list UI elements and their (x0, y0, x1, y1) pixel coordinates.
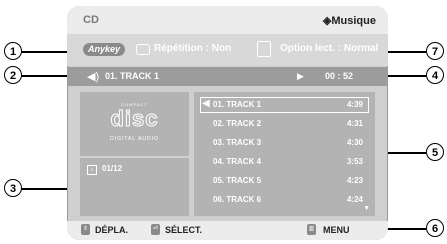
menu-label: MENU (323, 225, 350, 235)
scroll-down-icon[interactable]: ▼ (363, 205, 370, 212)
track-duration: 4:24 (346, 195, 363, 204)
track-name: 04. TRACK 4 (213, 157, 262, 166)
track-row-4[interactable]: 04. TRACK 4 3:53 (200, 154, 369, 170)
logo-digital-audio-text: DIGITAL AUDIO (110, 136, 159, 142)
elapsed-time: 00 : 52 (325, 71, 354, 81)
track-row-5[interactable]: 05. TRACK 5 4:23 (200, 173, 369, 189)
track-duration: 4:39 (346, 100, 363, 109)
play-option-icon (257, 41, 271, 57)
cd-music-screen: CD ◈Musique Anykey Répétition : Non Opti… (67, 6, 388, 240)
track-name: 01. TRACK 1 (213, 100, 262, 109)
track-name: 06. TRACK 6 (213, 195, 262, 204)
move-label: DÉPLA. (95, 225, 129, 235)
callout-5: 5 (426, 143, 444, 161)
track-row-2[interactable]: 02. TRACK 2 4:31 (200, 116, 369, 132)
track-row-1[interactable]: ◀ 01. TRACK 1 4:39 (200, 97, 369, 113)
source-label: CD (83, 14, 99, 26)
header-bar: CD ◈Musique (67, 6, 388, 34)
track-row-6[interactable]: 06. TRACK 6 4:24 (200, 192, 369, 208)
menu-icon: ▥ (307, 224, 316, 235)
track-row-3[interactable]: 03. TRACK 3 4:30 (200, 135, 369, 151)
play-option-setting[interactable]: Option lect. : Normal (280, 43, 378, 54)
compact-disc-logo: disc (110, 106, 159, 132)
enter-icon: ⏎ (151, 224, 160, 235)
track-duration: 4:30 (346, 138, 363, 147)
mode-label: ◈Musique (322, 15, 376, 27)
disc-logo-panel: COMPACT disc DIGITAL AUDIO (80, 92, 189, 156)
callout-4: 4 (426, 66, 444, 84)
track-list: ◀ 01. TRACK 1 4:39 02. TRACK 2 4:31 03. … (194, 92, 375, 216)
callout-3: 3 (4, 179, 22, 197)
track-counter-panel: ♪ 01/12 (80, 158, 189, 216)
repeat-setting[interactable]: Répétition : Non (154, 43, 231, 54)
track-duration: 3:53 (346, 157, 363, 166)
play-icon: ▶ (297, 71, 304, 81)
current-track: 01. TRACK 1 (105, 71, 160, 81)
callout-2: 2 (4, 66, 22, 84)
bottom-hint-bar: ⇕ DÉPLA. ⏎ SÉLECT. ▥ MENU (67, 221, 388, 240)
callout-7: 7 (426, 42, 444, 60)
now-playing-bar: ◀) 01. TRACK 1 ▶ 00 : 52 (67, 67, 388, 86)
track-duration: 4:31 (346, 119, 363, 128)
track-counter: 01/12 (102, 164, 123, 173)
track-name: 05. TRACK 5 (213, 176, 262, 185)
options-bar: Anykey Répétition : Non Option lect. : N… (67, 34, 388, 66)
select-label: SÉLECT. (165, 225, 203, 235)
repeat-icon (136, 44, 150, 55)
music-note-icon: ♪ (87, 165, 97, 175)
track-duration: 4:23 (346, 176, 363, 185)
callout-6: 6 (426, 219, 444, 237)
track-name: 03. TRACK 3 (213, 138, 262, 147)
anykey-badge[interactable]: Anykey (83, 43, 126, 56)
speaker-icon: ◀ (202, 98, 210, 109)
speaker-icon: ◀) (87, 71, 100, 83)
move-arrows-icon: ⇕ (81, 224, 90, 235)
track-name: 02. TRACK 2 (213, 119, 262, 128)
callout-1: 1 (4, 42, 22, 60)
